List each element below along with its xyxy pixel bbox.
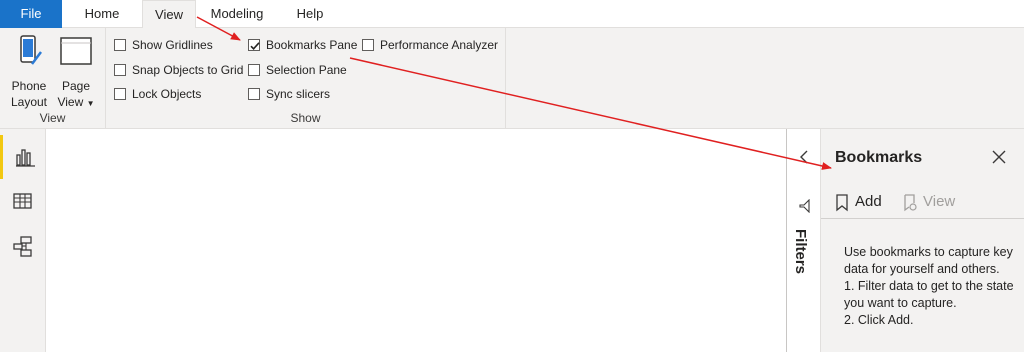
- checkbox-box: [362, 39, 374, 51]
- filter-funnel-icon: [798, 198, 812, 218]
- tab-modeling[interactable]: Modeling: [206, 0, 268, 28]
- page-view-button[interactable]: Page View ▼: [56, 34, 96, 112]
- data-icon: [13, 193, 32, 209]
- nav-model-view[interactable]: [0, 223, 46, 267]
- bookmarks-title: Bookmarks: [835, 149, 923, 166]
- bookmarks-toolbar: Add View: [821, 189, 1024, 219]
- checkmark-icon: [250, 42, 260, 50]
- bookmarks-help-text: Use bookmarks to capture key data for yo…: [844, 244, 1016, 329]
- help-line-3: 2. Click Add.: [844, 313, 914, 327]
- page-view-label-1: Page: [61, 79, 91, 93]
- report-icon: [16, 149, 35, 167]
- help-line-1: Use bookmarks to capture key data for yo…: [844, 245, 1013, 276]
- tab-home[interactable]: Home: [72, 0, 132, 28]
- tab-help[interactable]: Help: [282, 0, 338, 28]
- checkbox-box: [114, 64, 126, 76]
- ribbon-group-view: Phone Layout Page View ▼ View: [0, 28, 106, 129]
- checkbox-box: [114, 88, 126, 100]
- checkbox-box-checked: [248, 39, 260, 51]
- close-icon[interactable]: [991, 149, 1007, 170]
- filters-label: Filters: [792, 229, 809, 275]
- page-view-icon: [56, 34, 96, 72]
- ribbon-group-show: Show Gridlines Snap Objects to Grid Lock…: [106, 28, 506, 129]
- ribbon-tab-strip: File Home View Modeling Help: [0, 0, 1024, 29]
- checkbox-box: [248, 64, 260, 76]
- chevron-down-icon: ▼: [86, 99, 95, 108]
- help-line-2: 1. Filter data to get to the state you w…: [844, 279, 1014, 310]
- phone-layout-label-1: Phone: [11, 79, 47, 93]
- tab-view[interactable]: View: [142, 0, 196, 29]
- checkbox-box: [248, 88, 260, 100]
- report-canvas[interactable]: [47, 129, 786, 352]
- nav-data-view[interactable]: [0, 179, 46, 223]
- ribbon: Phone Layout Page View ▼ View Show Gridl…: [0, 28, 1024, 129]
- ribbon-group-show-label: Show: [290, 111, 321, 125]
- checkbox-box: [114, 39, 126, 51]
- bookmark-view-icon: [903, 194, 919, 216]
- model-icon: [13, 236, 32, 257]
- chevron-left-icon[interactable]: [799, 149, 809, 170]
- phone-layout-button[interactable]: Phone Layout: [8, 34, 50, 110]
- nav-report-view[interactable]: [0, 135, 46, 179]
- ribbon-group-view-label: View: [39, 111, 66, 125]
- tab-file[interactable]: File: [0, 0, 62, 28]
- bookmark-add-icon: [835, 194, 849, 216]
- phone-layout-icon: [8, 34, 50, 72]
- bookmarks-pane: Bookmarks Add View Use bookmarks to capt…: [821, 129, 1024, 352]
- phone-layout-label-2: Layout: [10, 95, 48, 109]
- page-view-label-2: View ▼: [57, 95, 95, 109]
- filters-pane-collapsed[interactable]: Filters: [786, 129, 821, 352]
- left-navigation: [0, 129, 46, 352]
